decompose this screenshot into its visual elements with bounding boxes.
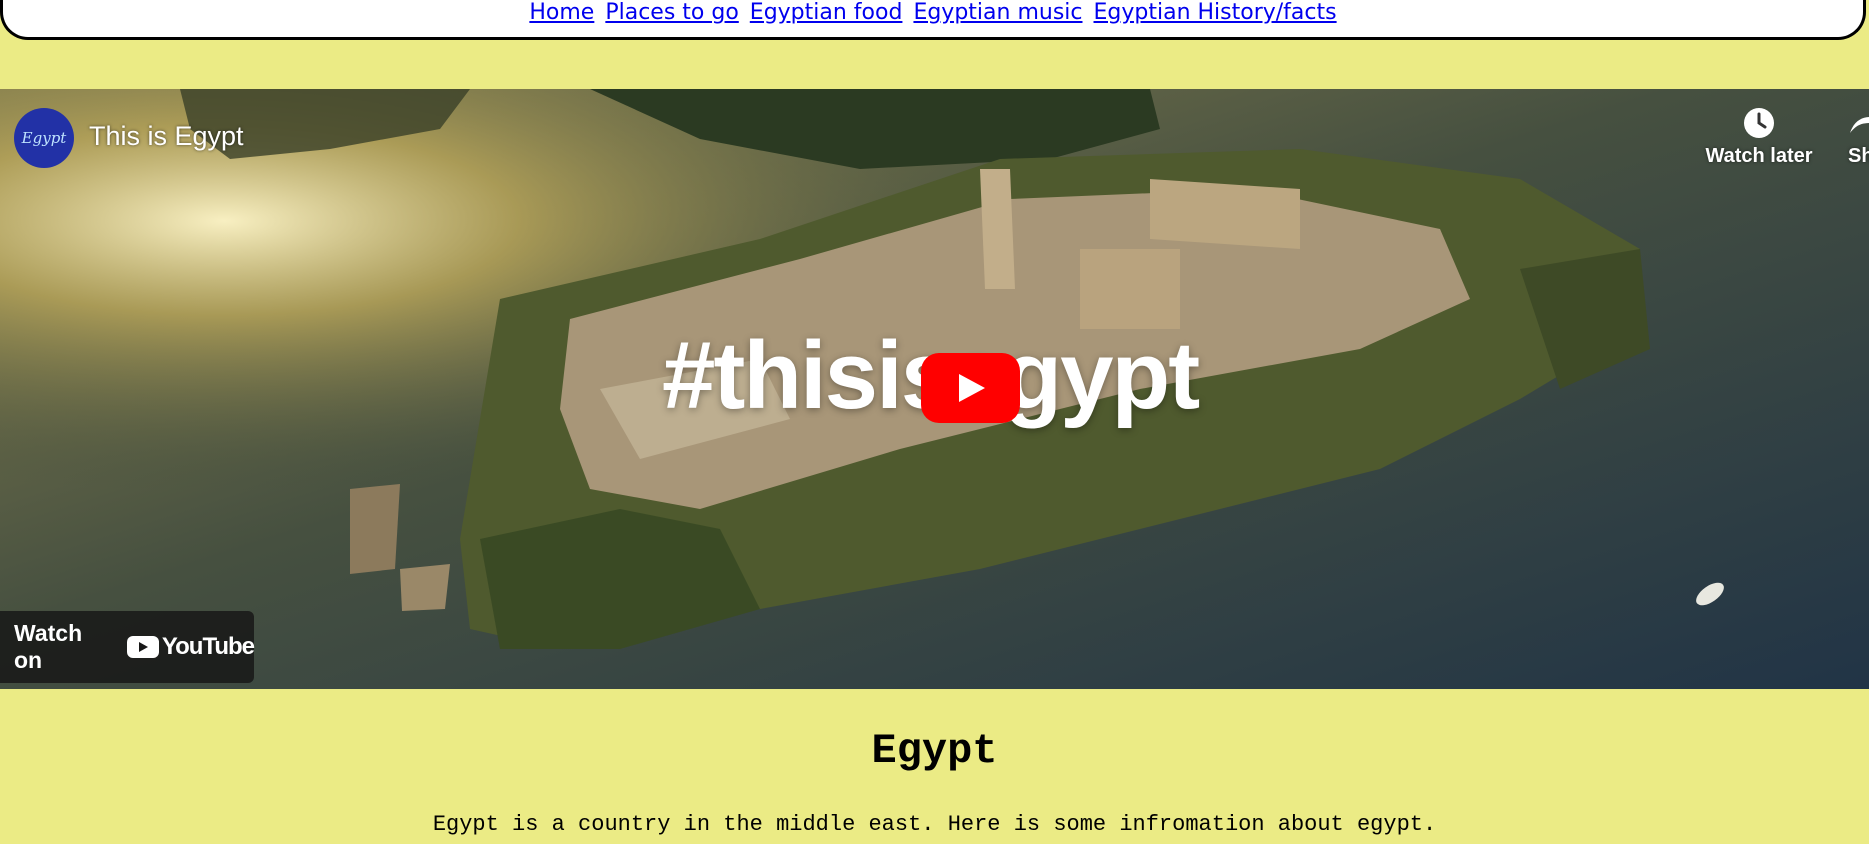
youtube-play-icon	[126, 636, 159, 658]
intro-text: Egypt is a country in the middle east. H…	[432, 812, 1437, 837]
share-icon	[1850, 117, 1869, 133]
watch-later-label: Watch later	[1705, 145, 1813, 167]
watch-later-button[interactable]: Watch later	[1700, 107, 1818, 168]
nav-link-food[interactable]: Egyptian food	[750, 0, 903, 25]
play-icon	[959, 374, 985, 402]
nav-link-places[interactable]: Places to go	[605, 0, 738, 25]
video-title[interactable]: This is Egypt	[89, 121, 244, 152]
top-nav: Home Places to go Egyptian food Egyptian…	[0, 0, 1866, 40]
page-title: Egypt	[871, 727, 998, 775]
share-button[interactable]: Sh	[1848, 107, 1869, 168]
channel-avatar[interactable]: Egypt	[14, 108, 74, 168]
nav-link-home[interactable]: Home	[529, 0, 594, 25]
watch-on-label: Watch on	[14, 620, 83, 673]
share-label: Sh	[1848, 145, 1869, 167]
watch-on-youtube-button[interactable]: Watch on YouTube	[0, 611, 255, 683]
youtube-wordmark: YouTube	[161, 633, 255, 660]
nav-link-music[interactable]: Egyptian music	[913, 0, 1082, 25]
play-button[interactable]	[921, 353, 1020, 423]
youtube-embed[interactable]: Egypt This is Egypt Watch later Sh #this…	[0, 89, 1869, 689]
nav-link-history[interactable]: Egyptian History/facts	[1094, 0, 1337, 25]
clock-icon	[1744, 108, 1774, 138]
youtube-logo-icon: YouTube	[126, 633, 255, 661]
